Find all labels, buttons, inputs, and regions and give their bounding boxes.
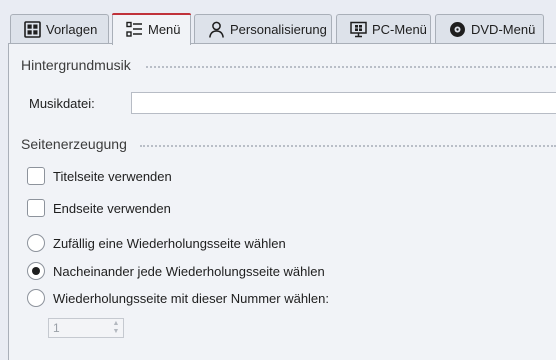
section-title-page-generation: Seitenerzeugung <box>21 136 127 152</box>
grid-icon <box>23 21 41 39</box>
tab-label: PC-Menü <box>372 22 427 37</box>
stepper-value: 1 <box>53 321 60 335</box>
random-repeat-page-label: Zufällig eine Wiederholungsseite wählen <box>53 235 286 251</box>
person-icon <box>207 21 225 39</box>
music-file-label: Musikdatei: <box>29 96 95 111</box>
tab-strip: Vorlagen Menü Personalisierung PC-Menü D <box>0 0 556 45</box>
checkbox-box[interactable] <box>27 199 45 217</box>
radio-circle[interactable] <box>27 262 45 280</box>
music-file-input[interactable] <box>131 92 556 114</box>
tab-label: Vorlagen <box>46 22 98 37</box>
tab-label: Menü <box>148 22 181 37</box>
radio-circle[interactable] <box>27 289 45 307</box>
end-page-checkbox[interactable]: Endseite verwenden <box>27 199 171 217</box>
section-divider <box>140 145 556 147</box>
tab-vorlagen[interactable]: Vorlagen <box>10 14 109 44</box>
title-page-label: Titelseite verwenden <box>53 168 172 184</box>
radio-circle[interactable] <box>27 234 45 252</box>
monitor-windows-icon <box>349 21 367 39</box>
section-title-background-music: Hintergrundmusik <box>21 57 131 73</box>
tab-personalisierung[interactable]: Personalisierung <box>194 14 332 44</box>
sequential-repeat-page-label: Nacheinander jede Wiederholungsseite wäh… <box>53 263 325 279</box>
tab-pc-menue[interactable]: PC-Menü <box>336 14 431 44</box>
stepper-arrows[interactable]: ▲ ▼ <box>109 319 123 337</box>
section-divider <box>146 66 556 68</box>
menu-settings-window: Vorlagen Menü Personalisierung PC-Menü D <box>0 0 556 360</box>
tab-menue[interactable]: Menü <box>112 13 191 45</box>
menu-list-icon <box>125 21 143 39</box>
menu-settings-panel: Hintergrundmusik Musikdatei: Seitenerzeu… <box>8 43 556 360</box>
chevron-down-icon[interactable]: ▼ <box>113 328 120 336</box>
disc-icon <box>448 21 466 39</box>
tab-dvd-menue[interactable]: DVD-Menü <box>435 14 544 44</box>
chevron-up-icon[interactable]: ▲ <box>113 320 120 328</box>
numbered-repeat-page-label: Wiederholungsseite mit dieser Nummer wäh… <box>53 290 330 306</box>
numbered-repeat-page-radio[interactable]: Wiederholungsseite mit dieser Nummer wäh… <box>27 289 329 307</box>
repeat-page-number-stepper[interactable]: 1 ▲ ▼ <box>48 318 124 338</box>
tab-label: Personalisierung <box>230 22 327 37</box>
end-page-label: Endseite verwenden <box>53 200 171 216</box>
random-repeat-page-radio[interactable]: Zufällig eine Wiederholungsseite wählen <box>27 234 286 252</box>
checkbox-box[interactable] <box>27 167 45 185</box>
sequential-repeat-page-radio[interactable]: Nacheinander jede Wiederholungsseite wäh… <box>27 262 325 280</box>
title-page-checkbox[interactable]: Titelseite verwenden <box>27 167 172 185</box>
tab-label: DVD-Menü <box>471 22 536 37</box>
radio-selected-dot <box>32 267 40 275</box>
